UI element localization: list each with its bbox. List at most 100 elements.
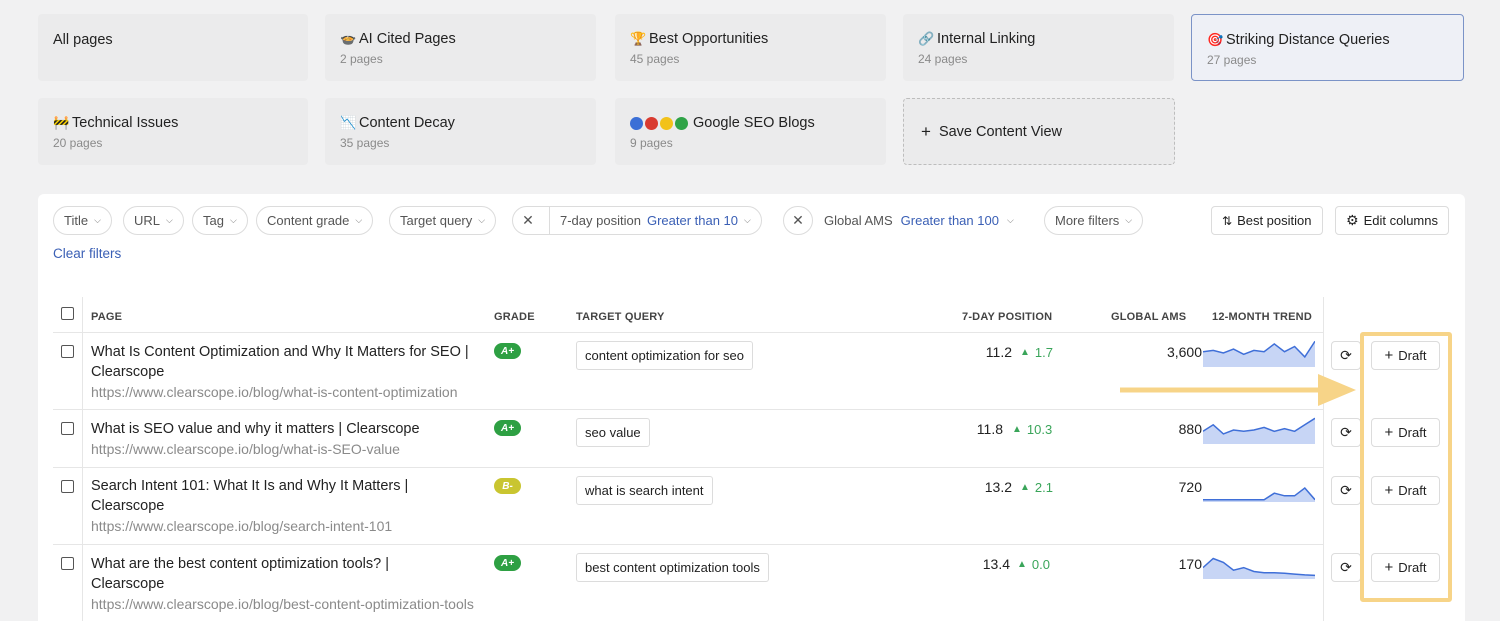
page-url[interactable]: https://www.clearscope.io/blog/what-is-c…	[91, 384, 476, 400]
up-triangle-icon: ▲	[1020, 482, 1030, 493]
view-card-technical-issues[interactable]: 🚧 Technical Issues 20 pages	[38, 98, 308, 165]
refresh-icon: ⟳	[1340, 347, 1352, 363]
annotation-highlight-box	[1360, 332, 1452, 602]
column-header-page[interactable]: PAGE	[91, 311, 122, 323]
position-change: ▲ 1.7	[1020, 345, 1053, 360]
column-header-position[interactable]: 7-DAY POSITION	[962, 311, 1052, 323]
edit-columns-button[interactable]: ⚙ Edit columns	[1335, 206, 1449, 235]
trend-sparkline	[1203, 486, 1315, 502]
gear-icon: ⚙	[1346, 212, 1359, 228]
filter-url[interactable]: URL ⌵	[123, 206, 184, 235]
page-title[interactable]: What are the best content optimization t…	[91, 554, 421, 594]
trend-sparkline	[1203, 340, 1315, 367]
position-delta: 0.0	[1031, 557, 1050, 572]
annotation-arrow	[1120, 374, 1356, 406]
filter-tag-label: Tag	[203, 213, 224, 228]
filter-global-ams[interactable]: Global AMS Greater than 100 ⌵	[824, 206, 1014, 235]
refresh-button[interactable]: ⟳	[1331, 476, 1361, 505]
view-card-all-pages[interactable]: All pages	[38, 14, 308, 81]
refresh-button[interactable]: ⟳	[1331, 553, 1361, 582]
filter-7-day-position[interactable]: ✕ 7-day position Greater than 10 ⌵	[512, 206, 762, 235]
page-title[interactable]: What Is Content Optimization and Why It …	[91, 342, 491, 382]
view-card-internal-linking[interactable]: 🔗 Internal Linking 24 pages	[903, 14, 1174, 81]
refresh-button[interactable]: ⟳	[1331, 418, 1361, 447]
chevron-down-icon: ⌵	[744, 215, 751, 225]
column-header-trend[interactable]: 12-MONTH TREND	[1212, 311, 1312, 323]
sort-icon: ⇅	[1222, 213, 1233, 228]
position-value: 13.2	[984, 479, 1012, 495]
refresh-icon: ⟳	[1340, 424, 1352, 440]
view-count: 20 pages	[53, 136, 103, 150]
page-title[interactable]: What is SEO value and why it matters | C…	[91, 419, 491, 439]
row-divider	[53, 332, 1323, 333]
view-count: 27 pages	[1207, 53, 1257, 67]
target-query-tag[interactable]: seo value	[576, 418, 650, 447]
link-icon: 🔗	[918, 31, 935, 46]
more-filters-button[interactable]: More filters ⌵	[1044, 206, 1144, 235]
save-view-label: Save Content View	[938, 123, 1062, 140]
divider	[549, 206, 550, 235]
sort-button[interactable]: ⇅ Best position	[1211, 206, 1323, 235]
view-card-content-decay[interactable]: 📉 Content Decay 35 pages	[325, 98, 596, 165]
refresh-button[interactable]: ⟳	[1331, 341, 1361, 370]
chevron-down-icon: ⌵	[478, 215, 486, 225]
target-query-tag[interactable]: best content optimization tools	[576, 553, 769, 582]
remove-filter-icon[interactable]: ✕	[513, 212, 543, 229]
trend-sparkline	[1203, 557, 1315, 579]
remove-filter-button[interactable]: ✕	[783, 206, 813, 235]
save-content-view-button[interactable]: + Save Content View	[903, 98, 1175, 165]
position-delta: 10.3	[1026, 422, 1053, 437]
grade-badge: A+	[494, 343, 521, 359]
position-change: ▲ 2.1	[1020, 480, 1053, 495]
page-url[interactable]: https://www.clearscope.io/blog/what-is-S…	[91, 441, 476, 457]
page-url[interactable]: https://www.clearscope.io/blog/best-cont…	[91, 596, 476, 612]
column-header-ams[interactable]: GLOBAL AMS	[1111, 311, 1186, 323]
page-title[interactable]: Search Intent 101: What It Is and Why It…	[91, 476, 431, 516]
ams-value: 170	[1178, 556, 1202, 572]
sparkline-area	[1203, 341, 1315, 367]
filter-title[interactable]: Title ⌵	[53, 206, 112, 235]
clear-filters-link[interactable]: Clear filters	[53, 246, 121, 261]
grade-badge: A+	[494, 555, 521, 571]
up-triangle-icon: ▲	[1020, 347, 1030, 358]
position-change: ▲ 10.3	[1012, 422, 1052, 437]
select-all-checkbox[interactable]	[61, 307, 74, 320]
filter-ams-label: Global AMS	[824, 213, 893, 228]
view-card-best-opportunities[interactable]: 🏆 Best Opportunities 45 pages	[615, 14, 886, 81]
grade-badge: A+	[494, 420, 521, 436]
column-header-grade[interactable]: GRADE	[494, 311, 535, 323]
filter-content-grade[interactable]: Content grade ⌵	[256, 206, 374, 235]
view-card-ai-cited-pages[interactable]: 🍲 AI Cited Pages 2 pages	[325, 14, 596, 81]
view-count: 9 pages	[630, 136, 673, 150]
sort-label: Best position	[1237, 213, 1312, 228]
ams-value: 3,600	[1166, 344, 1202, 360]
chart-down-icon: 📉	[340, 115, 357, 130]
view-name: Striking Distance Queries	[1226, 32, 1390, 48]
view-card-striking-distance[interactable]: 🎯 Striking Distance Queries 27 pages	[1191, 14, 1464, 81]
target-query-tag[interactable]: what is search intent	[576, 476, 713, 505]
refresh-icon: ⟳	[1340, 482, 1352, 498]
chevron-down-icon: ⌵	[1006, 215, 1014, 225]
view-count: 35 pages	[340, 136, 390, 150]
row-checkbox[interactable]	[61, 557, 74, 570]
filter-target-query[interactable]: Target query ⌵	[389, 206, 497, 235]
chevron-down-icon: ⌵	[166, 215, 173, 225]
position-value: 13.4	[982, 556, 1010, 572]
column-header-target-query[interactable]: TARGET QUERY	[576, 311, 665, 323]
target-query-tag[interactable]: content optimization for seo	[576, 341, 753, 370]
refresh-icon: ⟳	[1340, 559, 1352, 575]
up-triangle-icon: ▲	[1012, 424, 1022, 435]
filter-position-label: 7-day position	[560, 213, 641, 228]
row-checkbox[interactable]	[61, 422, 74, 435]
filter-ams-value: Greater than 100	[900, 213, 999, 228]
view-card-google-seo-blogs[interactable]: Google SEO Blogs 9 pages	[615, 98, 886, 165]
row-checkbox[interactable]	[61, 345, 74, 358]
column-divider	[1323, 297, 1324, 621]
view-name: Technical Issues	[72, 115, 179, 131]
chevron-down-icon: ⌵	[355, 215, 363, 225]
page-url[interactable]: https://www.clearscope.io/blog/search-in…	[91, 518, 476, 534]
pot-icon: 🍲	[340, 31, 357, 46]
filter-tag[interactable]: Tag ⌵	[192, 206, 248, 235]
position-value: 11.2	[985, 344, 1012, 360]
row-checkbox[interactable]	[61, 480, 74, 493]
